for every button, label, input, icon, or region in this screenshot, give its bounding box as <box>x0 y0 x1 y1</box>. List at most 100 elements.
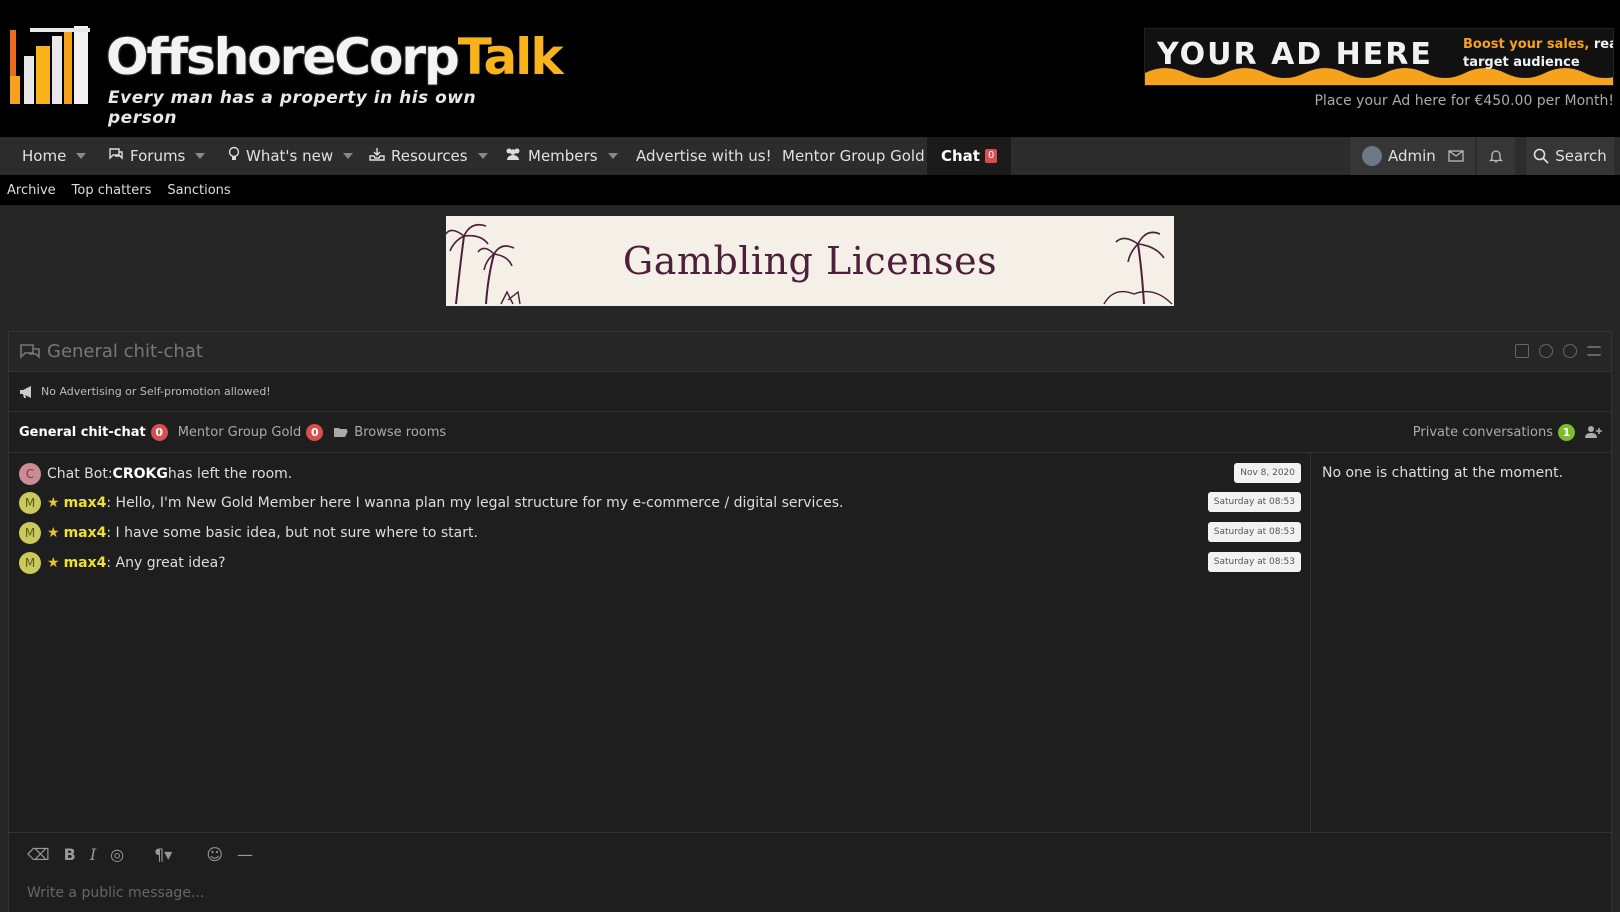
smiley-icon[interactable]: ☺ <box>206 845 223 864</box>
message-timestamp: Saturday at 08:53 <box>1207 492 1301 512</box>
tab-general-chit-chat[interactable]: General chit-chat 0 <box>19 423 168 441</box>
sub-nav: Archive Top chatters Sanctions <box>0 175 1620 205</box>
subnav-sanctions[interactable]: Sanctions <box>167 183 230 198</box>
logo-mark-icon <box>10 26 90 104</box>
lightbulb-icon <box>228 146 240 166</box>
chat-header: General chit-chat <box>9 332 1611 372</box>
nav-resources[interactable]: Resources <box>369 137 488 175</box>
nav-mentor-group-gold[interactable]: Mentor Group Gold <box>782 137 925 175</box>
folder-open-icon <box>334 428 349 437</box>
italic-icon[interactable]: I <box>90 845 96 864</box>
logo-text-part1: OffshoreCorp <box>106 28 460 86</box>
gear-icon[interactable] <box>1563 344 1577 358</box>
message-input[interactable]: Write a public message... <box>27 885 204 901</box>
gambling-licenses-banner[interactable]: Gambling Licenses <box>446 216 1174 306</box>
ad-caption[interactable]: Place your Ad here for €450.00 per Month… <box>1314 93 1614 109</box>
nav-resources-label: Resources <box>391 147 468 165</box>
star-icon: ★ <box>47 555 60 571</box>
chat-panel: General chit-chat No Advertising or Self… <box>8 331 1612 912</box>
chevron-down-icon[interactable] <box>195 153 206 159</box>
banner-title: Gambling Licenses <box>622 239 998 283</box>
eraser-icon[interactable]: ⌫ <box>27 845 50 864</box>
nav-search[interactable]: Search <box>1526 137 1614 175</box>
subnav-archive[interactable]: Archive <box>7 183 56 198</box>
chevron-down-icon[interactable] <box>76 153 87 159</box>
logo-text: OffshoreCorpTalk <box>106 28 564 86</box>
menu-icon[interactable] <box>1587 346 1601 356</box>
nav-members[interactable]: Members <box>504 137 618 175</box>
message-timestamp: Nov 8, 2020 <box>1234 463 1301 483</box>
tab-mentor-group-gold[interactable]: Mentor Group Gold 0 <box>177 423 324 441</box>
message-text: : Any great idea? <box>106 555 226 571</box>
subnav-top-chatters[interactable]: Top chatters <box>72 183 152 198</box>
main-content: Gambling Licenses General chit-chat No A… <box>0 205 1620 912</box>
avatar[interactable]: M <box>19 492 41 514</box>
nav-members-label: Members <box>528 147 598 165</box>
ad-sub-orange: Boost your sales, <box>1463 37 1590 52</box>
horizontal-rule-icon[interactable]: — <box>237 845 253 864</box>
browse-rooms-label: Browse rooms <box>354 424 447 440</box>
nav-forums[interactable]: Forums <box>108 137 206 175</box>
nav-whats-new-label: What's new <box>246 147 334 165</box>
star-icon: ★ <box>47 525 60 541</box>
browse-rooms-button[interactable]: Browse rooms <box>333 425 446 440</box>
globe-icon[interactable] <box>1539 344 1553 358</box>
search-icon <box>1533 148 1549 164</box>
add-user-icon[interactable] <box>1585 425 1603 439</box>
nav-admin[interactable]: Admin <box>1350 137 1448 175</box>
bold-icon[interactable]: B <box>64 845 76 864</box>
chevron-down-icon[interactable] <box>343 153 354 159</box>
chat-count-badge: 0 <box>984 149 998 163</box>
logo-tagline: Every man has a property in his own pers… <box>108 88 477 128</box>
nav-inbox[interactable] <box>1437 137 1475 175</box>
nav-advertise-label: Advertise with us! <box>636 147 772 165</box>
message-username[interactable]: max4 <box>64 495 107 511</box>
main-nav: Home Forums What's new Resources Members… <box>0 137 1620 175</box>
chevron-down-icon[interactable] <box>607 153 618 159</box>
nav-chat[interactable]: Chat 0 <box>927 137 1012 175</box>
message-prefix: Chat Bot: <box>47 466 113 482</box>
message-username[interactable]: max4 <box>64 555 107 571</box>
header-ad-banner[interactable]: YOUR AD HERE Boost your sales, reach c t… <box>1144 28 1614 86</box>
comments-icon <box>20 344 40 359</box>
logo-text-part2: Talk <box>457 28 564 86</box>
site-logo[interactable]: OffshoreCorpTalk Every man has a propert… <box>8 26 564 128</box>
nav-whats-new[interactable]: What's new <box>228 137 354 175</box>
nav-advertise[interactable]: Advertise with us! <box>636 137 772 175</box>
chevron-down-icon[interactable] <box>477 153 488 159</box>
message-username[interactable]: CROKG <box>113 466 168 482</box>
site-header: OffshoreCorpTalk Every man has a propert… <box>0 0 1620 137</box>
bell-icon <box>1489 150 1503 163</box>
message-timestamp: Saturday at 08:53 <box>1207 522 1301 542</box>
tab-mentor-label: Mentor Group Gold <box>177 424 302 440</box>
chat-header-tools <box>1515 344 1601 358</box>
popup-icon[interactable] <box>1515 344 1529 358</box>
palette-icon[interactable]: ◎ <box>110 845 124 864</box>
avatar[interactable]: M <box>19 522 41 544</box>
message-username[interactable]: max4 <box>64 525 107 541</box>
ad-subtitle: Boost your sales, reach c target audienc… <box>1463 36 1613 72</box>
nav-home[interactable]: Home <box>22 137 87 175</box>
list-item: M ★ max4 : Hello, I'm New Gold Member he… <box>19 490 1311 516</box>
avatar <box>1362 146 1382 166</box>
unread-badge: 0 <box>306 423 324 441</box>
chat-room-title: General chit-chat <box>47 341 203 362</box>
private-conversations[interactable]: Private conversations 1 <box>1413 412 1603 452</box>
palm-tree-right-icon <box>1103 231 1173 305</box>
users-icon <box>504 147 522 165</box>
unread-badge: 0 <box>150 423 168 441</box>
star-icon: ★ <box>47 495 60 511</box>
chat-notice: No Advertising or Self-promotion allowed… <box>9 372 1611 412</box>
nav-mentor-label: Mentor Group Gold <box>782 147 925 165</box>
nav-search-label: Search <box>1555 147 1607 165</box>
paragraph-icon[interactable]: ¶▾ <box>154 845 172 864</box>
chat-room-tabs: General chit-chat 0 Mentor Group Gold 0 … <box>9 412 1611 453</box>
ad-sub-line2: target audience <box>1463 55 1580 70</box>
nav-chat-label: Chat <box>941 147 980 165</box>
avatar[interactable]: M <box>19 552 41 574</box>
message-text: : Hello, I'm New Gold Member here I wann… <box>106 495 844 511</box>
nav-admin-label: Admin <box>1388 147 1436 165</box>
avatar[interactable]: C <box>19 463 41 485</box>
tab-general-label: General chit-chat <box>19 424 146 440</box>
nav-alerts[interactable] <box>1477 137 1515 175</box>
